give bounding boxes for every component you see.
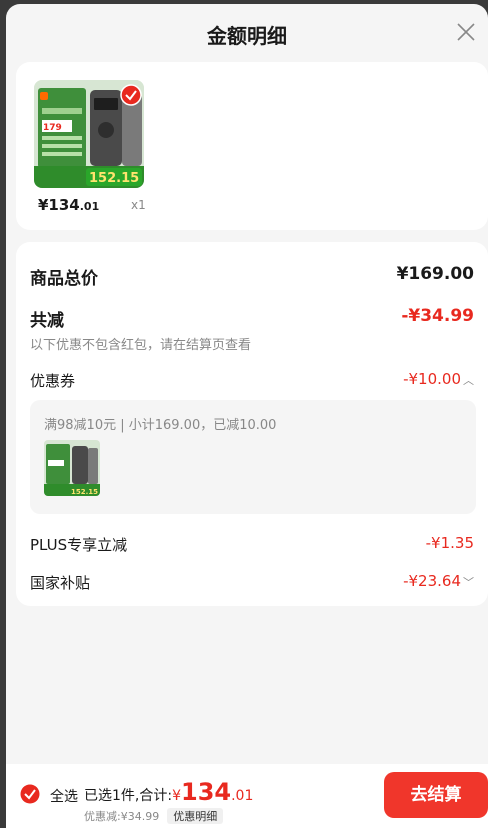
grand-total: ¥134.01 <box>172 778 254 806</box>
goods-total-value: ¥169.00 <box>396 264 474 284</box>
total-discount-value: -¥34.99 <box>401 306 474 326</box>
coupon-label: 优惠券 <box>30 372 76 390</box>
svg-text:179: 179 <box>43 123 62 133</box>
product-price-dec: .01 <box>79 200 100 213</box>
plus-discount-value: -¥1.35 <box>425 534 474 552</box>
savings-text: 优惠减:¥34.99 <box>84 810 160 823</box>
coupon-description: 满98减10元 | 小计169.00，已减10.00 <box>44 418 277 433</box>
grand-total-int: 134 <box>181 778 232 806</box>
coupon-value: -¥10.00 <box>403 370 461 388</box>
grand-total-yen: ¥ <box>172 788 181 804</box>
subsidy-label: 国家补贴 <box>30 574 91 592</box>
product-card: 152.15 179 ¥134.01 x1 <box>16 62 488 230</box>
amount-detail-sheet: 金额明细 152.15 179 ¥134.01 x1 商品总价 ¥169.00 … <box>6 4 488 828</box>
chevron-up-icon: ︿ <box>463 374 474 387</box>
selected-count-text: 已选1件,合计: <box>84 788 173 804</box>
chevron-down-icon: ﹀ <box>463 576 474 589</box>
goods-total-label: 商品总价 <box>30 269 98 289</box>
selected-check-icon[interactable] <box>120 84 142 106</box>
sheet-header: 金额明细 <box>6 4 488 62</box>
select-all-check-icon[interactable] <box>20 784 40 804</box>
subsidy-value-wrap[interactable]: -¥23.64 ﹀ <box>403 572 474 590</box>
svg-text:152.15: 152.15 <box>89 171 139 186</box>
product-price-int: ¥134 <box>38 196 80 214</box>
svg-text:152.15: 152.15 <box>71 488 98 496</box>
price-detail-card: 商品总价 ¥169.00 共减 -¥34.99 以下优惠不包含红包，请在结算页查… <box>16 242 488 606</box>
coupon-detail-box: 满98减10元 | 小计169.00，已减10.00 152.15 <box>30 400 476 514</box>
checkout-button[interactable]: 去结算 <box>384 772 488 818</box>
product-quantity: x1 <box>131 198 146 212</box>
subsidy-value: -¥23.64 <box>403 572 461 590</box>
grand-total-dec: .01 <box>231 788 254 804</box>
selection-summary: 已选1件,合计:¥134.01 <box>84 778 253 806</box>
select-all-label[interactable]: 全选 <box>50 786 78 806</box>
checkout-bar: 全选 已选1件,合计:¥134.01 优惠减:¥34.99 优惠明细 去结算 <box>6 764 488 828</box>
savings-line: 优惠减:¥34.99 优惠明细 <box>84 808 224 824</box>
discount-detail-link[interactable]: 优惠明细 <box>167 808 224 824</box>
discount-note: 以下优惠不包含红包，请在结算页查看 <box>30 338 252 353</box>
total-discount-label: 共减 <box>30 311 64 331</box>
coupon-value-wrap[interactable]: -¥10.00 ︿ <box>403 370 474 388</box>
page-title: 金额明细 <box>207 24 287 48</box>
plus-discount-label: PLUS专享立减 <box>30 536 128 554</box>
product-price: ¥134.01 <box>38 196 99 214</box>
coupon-product-image: 152.15 <box>44 440 100 496</box>
close-icon[interactable] <box>454 20 478 44</box>
